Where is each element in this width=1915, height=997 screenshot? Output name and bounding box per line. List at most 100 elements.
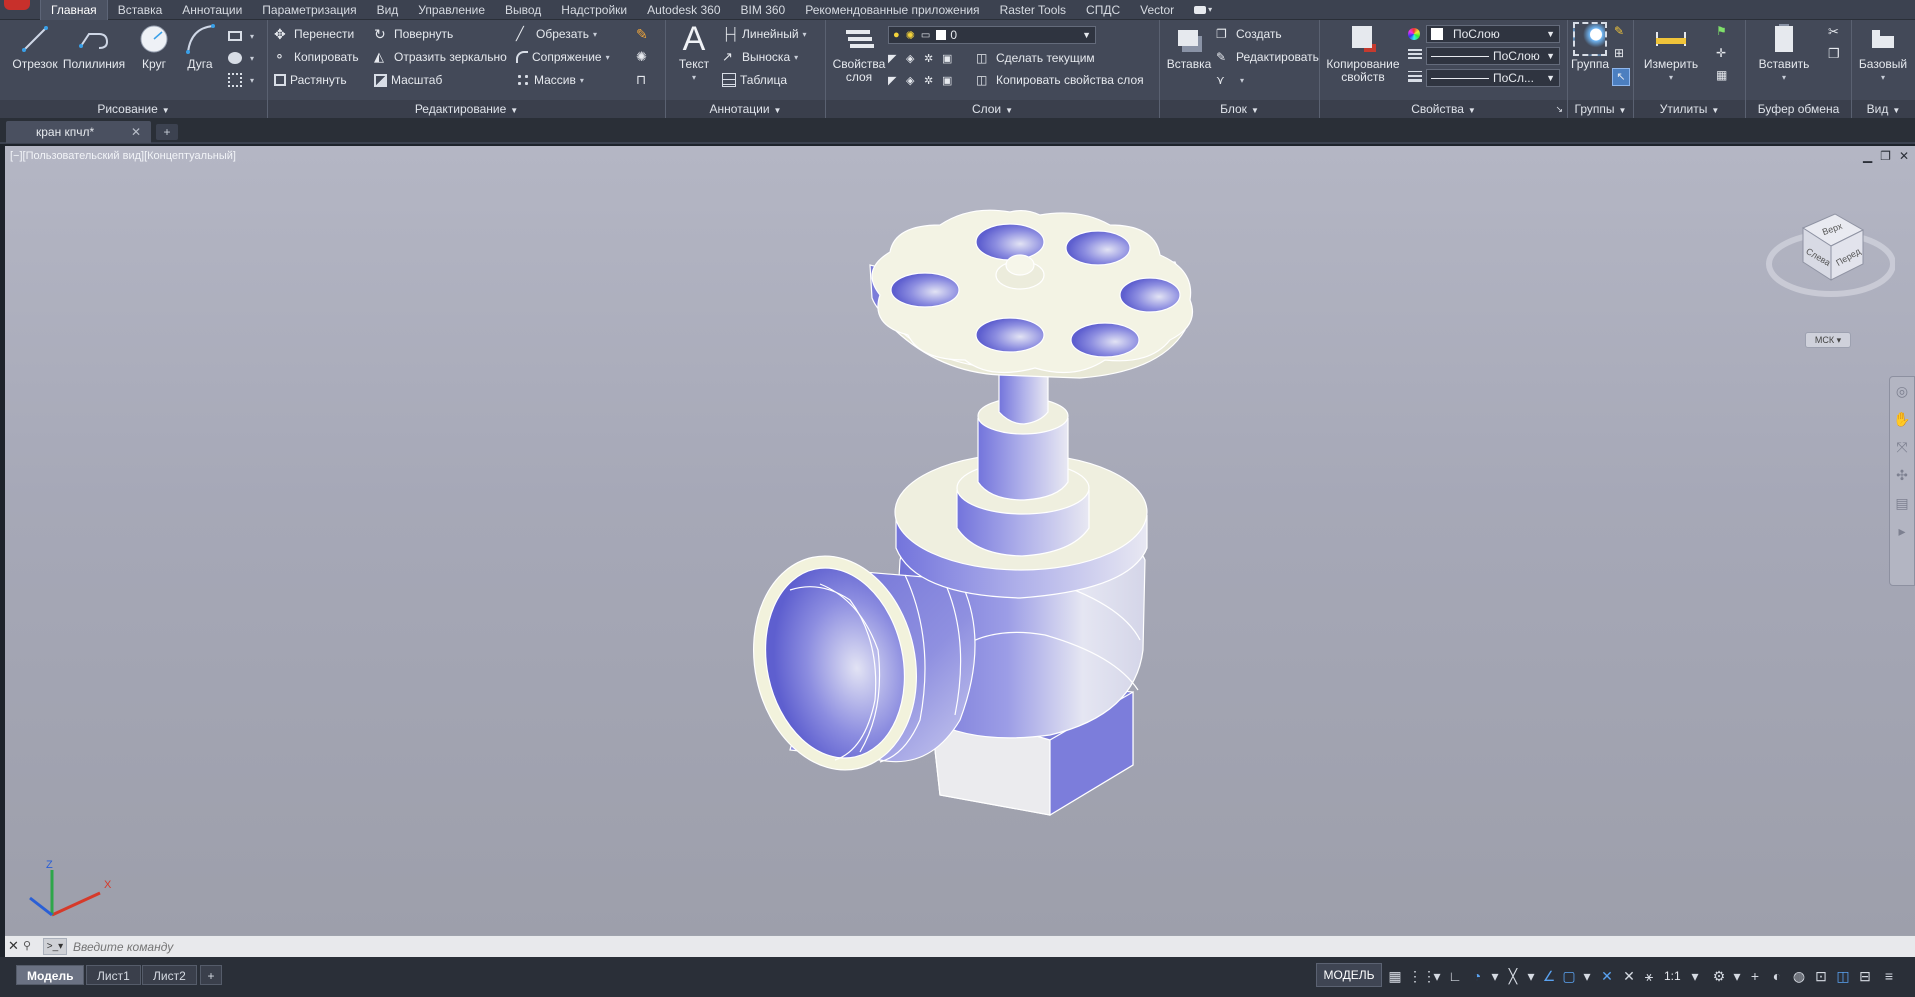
hardware-acceleration-icon[interactable]: ◐ bbox=[1768, 967, 1786, 985]
fillet-button[interactable]: Сопряжение ▾ bbox=[516, 47, 610, 67]
copy-button[interactable]: ⚬ Копировать bbox=[274, 47, 359, 67]
chevron-down-icon[interactable]: ▾ bbox=[1578, 967, 1596, 985]
panel-view-title[interactable]: Вид ▼ bbox=[1852, 100, 1915, 118]
command-prompt-icon[interactable]: >_▾ bbox=[43, 938, 67, 955]
linear-dim-button[interactable]: ├┤ Линейный ▾ bbox=[722, 24, 807, 44]
chevron-down-icon[interactable]: ▾ bbox=[1728, 967, 1746, 985]
rotate-button[interactable]: ↻ Повернуть bbox=[374, 24, 453, 44]
close-icon[interactable]: ✕ bbox=[8, 938, 19, 954]
hatch-button[interactable]: ▾ bbox=[228, 48, 254, 68]
chevron-down-icon[interactable]: ▾ bbox=[1428, 967, 1446, 985]
dialog-launcher-icon[interactable]: ↘ bbox=[1555, 100, 1563, 118]
point-icon[interactable]: ✛ bbox=[1716, 46, 1726, 60]
auto-scale-icon[interactable]: ✕ bbox=[1620, 967, 1638, 985]
panel-draw-title[interactable]: Рисование ▼ bbox=[0, 100, 267, 118]
annotation-scale-value[interactable]: 1:1 bbox=[1664, 965, 1681, 987]
layer-lock-icon[interactable]: ▣ bbox=[942, 52, 960, 65]
panel-properties-title[interactable]: Свойства ▼ ↘ bbox=[1320, 100, 1567, 118]
array-button[interactable]: Массив ▾ bbox=[516, 70, 584, 90]
group-selection-icon[interactable]: ↖ bbox=[1612, 68, 1630, 86]
match-layer-button[interactable]: ◫ Копировать свойства слоя bbox=[976, 70, 1144, 90]
new-layout-button[interactable]: + bbox=[200, 965, 222, 985]
block-attributes-button[interactable]: ⋎ ▾ bbox=[1216, 70, 1244, 90]
ungroup-icon[interactable]: ✎ bbox=[1614, 24, 1624, 38]
panel-annotation-title[interactable]: Аннотации ▼ bbox=[666, 100, 825, 118]
tab-addins[interactable]: Надстройки bbox=[551, 0, 637, 20]
stretch-button[interactable]: Растянуть bbox=[274, 70, 347, 90]
linetype-dropdown[interactable]: ПоСлою ▼ bbox=[1426, 47, 1560, 65]
leader-button[interactable]: ↗ Выноска ▾ bbox=[722, 47, 798, 67]
new-tab-button[interactable]: + bbox=[156, 124, 178, 140]
copy-clip-icon[interactable]: ❐ bbox=[1828, 46, 1840, 62]
erase-button[interactable]: ✎ bbox=[636, 24, 656, 44]
snap-icon[interactable]: ⋮⋮ bbox=[1408, 967, 1436, 985]
grid-icon[interactable]: ▦ bbox=[1386, 967, 1404, 985]
layer-off-icon[interactable]: ◤ bbox=[888, 52, 906, 65]
isodraft-icon[interactable]: ╳ bbox=[1504, 967, 1522, 985]
lineweight-dropdown[interactable]: ПоСл... ▼ bbox=[1426, 69, 1560, 87]
object-snap-tracking-icon[interactable]: ∠ bbox=[1540, 967, 1558, 985]
object-snap-icon[interactable]: ▢ bbox=[1560, 967, 1578, 985]
valve-3d-model[interactable]: X Z bbox=[5, 146, 1915, 935]
edit-block-button[interactable]: ✎ Редактировать bbox=[1216, 47, 1319, 67]
layout-tab-sheet2[interactable]: Лист2 bbox=[142, 965, 197, 985]
offset-button[interactable]: ⊓ bbox=[636, 70, 656, 90]
model-viewport[interactable]: [−][Пользовательский вид][Концептуальный… bbox=[5, 146, 1915, 935]
tab-spds[interactable]: СПДС bbox=[1076, 0, 1130, 20]
model-space-button[interactable]: МОДЕЛЬ bbox=[1316, 963, 1382, 987]
zoom-extents-icon[interactable]: ⤧ bbox=[1890, 433, 1914, 461]
showmotion-icon[interactable]: ▤ bbox=[1890, 489, 1914, 517]
layer-unisolate-icon[interactable]: ◈ bbox=[906, 74, 924, 87]
move-button[interactable]: ✥ Перенести bbox=[274, 24, 354, 44]
workspace-icon[interactable]: ◫ bbox=[1834, 967, 1852, 985]
tab-view[interactable]: Вид bbox=[367, 0, 409, 20]
polar-tracking-icon[interactable]: ◔ bbox=[1468, 967, 1486, 985]
tab-annotate[interactable]: Аннотации bbox=[172, 0, 252, 20]
match-properties-button[interactable]: Копирование свойств bbox=[1324, 22, 1402, 84]
panel-groups-title[interactable]: Группы ▼ bbox=[1568, 100, 1633, 118]
wrench-icon[interactable]: ⚲ bbox=[23, 939, 31, 952]
layer-properties-button[interactable]: Свойства слоя bbox=[830, 22, 888, 84]
panel-layers-title[interactable]: Слои ▼ bbox=[826, 100, 1159, 118]
close-icon[interactable]: ✕ bbox=[131, 121, 141, 143]
polyline-button[interactable]: Полилиния bbox=[62, 22, 126, 71]
measure-button[interactable]: Измерить ▾ bbox=[1636, 22, 1706, 84]
quick-select-icon[interactable]: ⚑ bbox=[1716, 24, 1727, 38]
tab-bim-360[interactable]: BIM 360 bbox=[731, 0, 796, 20]
plus-icon[interactable]: + bbox=[1746, 967, 1764, 985]
rectangle-button[interactable]: ▾ bbox=[228, 26, 254, 46]
tab-manage[interactable]: Управление bbox=[408, 0, 495, 20]
isolate-objects-icon[interactable]: ◍ bbox=[1790, 967, 1808, 985]
orbit-icon[interactable]: ✣ bbox=[1890, 461, 1914, 489]
tab-featured-apps[interactable]: Рекомендованные приложения bbox=[795, 0, 989, 20]
navbar-menu-icon[interactable]: ▸ bbox=[1890, 517, 1914, 545]
pan-icon[interactable]: ✋ bbox=[1890, 405, 1914, 433]
annotation-scale-icon[interactable]: ⚹ bbox=[1640, 967, 1658, 985]
table-button[interactable]: Таблица bbox=[722, 70, 787, 90]
layer-unlock-icon[interactable]: ▣ bbox=[942, 74, 960, 87]
panel-block-title[interactable]: Блок ▼ bbox=[1160, 100, 1319, 118]
mirror-button[interactable]: ◭ Отразить зеркально bbox=[374, 47, 507, 67]
cut-icon[interactable]: ✂ bbox=[1828, 24, 1839, 40]
layer-freeze-icon[interactable]: ✲ bbox=[924, 52, 942, 65]
annotation-visibility-icon[interactable]: ✕ bbox=[1598, 967, 1616, 985]
circle-button[interactable]: Круг bbox=[134, 22, 174, 71]
layer-dropdown[interactable]: ● ✺ ▭ 0 ▼ bbox=[888, 26, 1096, 44]
create-block-button[interactable]: ❐ Создать bbox=[1216, 24, 1282, 44]
paste-button[interactable]: Вставить ▾ bbox=[1750, 22, 1818, 84]
arc-button[interactable]: Дуга bbox=[180, 22, 220, 71]
layout-tab-model[interactable]: Модель bbox=[16, 965, 85, 985]
tab-home[interactable]: Главная bbox=[40, 0, 108, 20]
panel-clipboard-title[interactable]: Буфер обмена bbox=[1746, 100, 1851, 118]
document-tab[interactable]: кран кпчл* ✕ bbox=[6, 121, 151, 143]
group-edit-icon[interactable]: ⊞ bbox=[1614, 46, 1624, 60]
tab-raster-tools[interactable]: Raster Tools bbox=[990, 0, 1076, 20]
fullscreen-icon[interactable]: ⊟ bbox=[1856, 967, 1874, 985]
layer-isolate-icon[interactable]: ◈ bbox=[906, 52, 924, 65]
ribbon-display-toggle[interactable]: ▾ bbox=[1184, 0, 1222, 20]
ortho-icon[interactable]: ∟ bbox=[1446, 967, 1464, 985]
group-button[interactable]: Группа bbox=[1570, 22, 1610, 71]
tab-vector[interactable]: Vector bbox=[1130, 0, 1184, 20]
clean-screen-icon[interactable]: ⊡ bbox=[1812, 967, 1830, 985]
panel-utilities-title[interactable]: Утилиты ▼ bbox=[1634, 100, 1745, 118]
